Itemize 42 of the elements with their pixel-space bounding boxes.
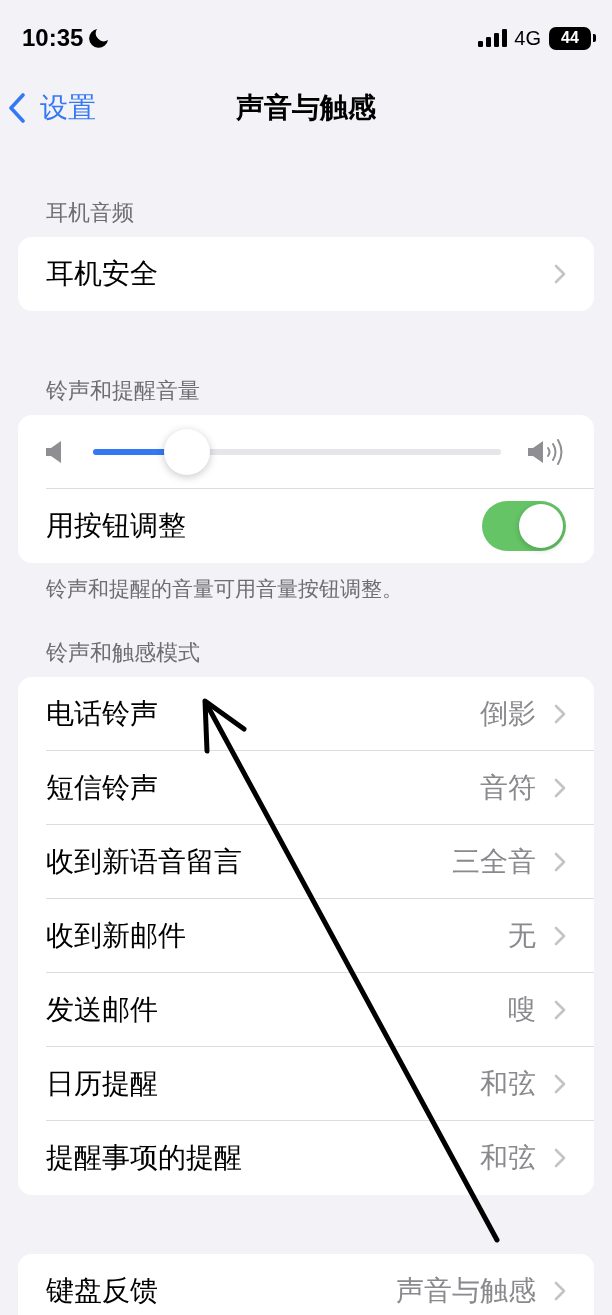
row-value: 和弦 [480, 1066, 536, 1101]
slider-thumb[interactable] [163, 428, 210, 475]
row-label[interactable]: 收到新邮件 [46, 914, 186, 957]
chevron-right-icon [554, 925, 566, 946]
network-type: 4G [514, 26, 541, 51]
chevron-right-icon [554, 1281, 566, 1301]
row-value: 嗖 [508, 992, 536, 1027]
row-label[interactable]: 电话铃声 [46, 692, 158, 735]
row-value: 声音与触感 [396, 1274, 536, 1309]
row-label[interactable]: 耳机安全 [46, 253, 158, 295]
row-value: 无 [508, 918, 536, 953]
chevron-right-icon [554, 703, 566, 724]
row-value: 和弦 [480, 1141, 536, 1176]
section-footer: 铃声和提醒的音量可用音量按钮调整。 [18, 577, 594, 601]
chevron-right-icon [554, 1073, 566, 1094]
chevron-right-icon [554, 777, 566, 798]
toggle-switch[interactable] [482, 501, 566, 551]
section-header: 铃声和提醒音量 [45, 379, 201, 403]
battery-indicator: 44 [549, 26, 596, 50]
chevron-right-icon [554, 851, 566, 872]
section-header: 耳机音频 [45, 201, 135, 225]
chevron-right-icon [554, 1148, 566, 1168]
chevron-left-icon [8, 93, 26, 123]
page-title: 声音与触感 [236, 91, 376, 125]
signal-icon [478, 29, 508, 47]
row-label[interactable]: 提醒事项的提醒 [46, 1137, 242, 1179]
row-value: 倒影 [480, 696, 536, 731]
row-label[interactable]: 收到新语音留言 [46, 840, 242, 883]
row-label[interactable]: 键盘反馈 [46, 1270, 158, 1312]
row-label[interactable]: 短信铃声 [46, 766, 158, 809]
chevron-right-icon [554, 264, 566, 284]
row-value: 音符 [480, 770, 536, 805]
section-header: 铃声和触感模式 [45, 641, 201, 665]
row-label[interactable]: 发送邮件 [46, 988, 158, 1031]
row-label: 用按钮调整 [46, 509, 186, 544]
status-time: 10:35 [22, 23, 84, 53]
speaker-low-icon [46, 440, 62, 463]
row-value: 三全音 [452, 844, 536, 879]
chevron-right-icon [554, 999, 566, 1020]
row-label[interactable]: 日历提醒 [46, 1062, 158, 1105]
moon-icon [89, 28, 110, 48]
back-button[interactable]: 设置 [0, 87, 96, 129]
